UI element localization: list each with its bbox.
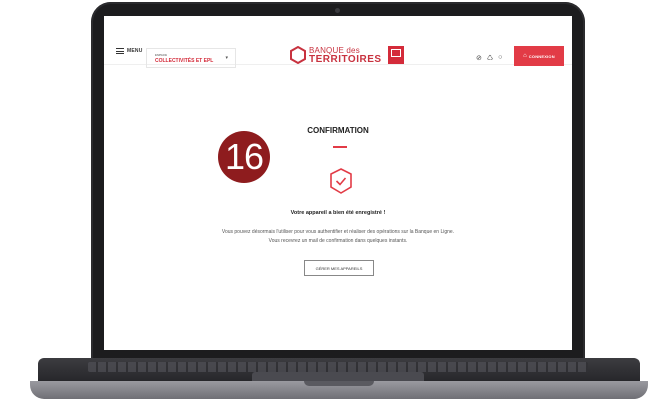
accessibility-icon[interactable]: ⊘	[476, 54, 482, 62]
confirmation-detail-1: Vous pouvez désormais l'utiliser pour vo…	[221, 229, 455, 235]
recycle-icon[interactable]: ♺	[487, 54, 493, 62]
laptop-keyboard-deck	[38, 358, 640, 382]
header-icons: ⊘ ♺ ○	[476, 54, 502, 62]
manage-devices-button[interactable]: GÉRER MES APPAREILS	[304, 260, 374, 276]
chevron-down-icon: ▾	[225, 55, 228, 61]
espace-value: COLLECTIVITÉS ET EPL	[155, 58, 214, 64]
menu-button[interactable]: MENU	[116, 48, 143, 54]
logo-line2: TERRITOIRES	[309, 54, 382, 65]
laptop-notch	[304, 381, 374, 386]
espace-label: ESPACE	[155, 53, 168, 57]
confirmation-message: Votre appareil a bien été enregistré !	[290, 210, 386, 216]
connexion-button[interactable]: ⌂ CONNEXION	[514, 46, 564, 66]
hamburger-icon	[116, 48, 124, 54]
webcam-icon	[335, 8, 340, 13]
lock-icon: ⌂	[523, 53, 527, 59]
page-title: CONFIRMATION	[307, 126, 369, 135]
logo-wordmark: BANQUE des TERRITOIRES	[309, 46, 382, 65]
step-number-badge: 16	[218, 131, 270, 183]
hexagon-logo-icon	[290, 46, 306, 64]
laptop-screen: MENU ESPACE COLLECTIVITÉS ET EPL ▾ BANQU…	[104, 16, 572, 350]
site-header: MENU ESPACE COLLECTIVITÉS ET EPL ▾ BANQU…	[104, 16, 572, 68]
title-underline	[333, 146, 347, 148]
keyboard	[88, 362, 588, 372]
banque-des-territoires-logo[interactable]: BANQUE des TERRITOIRES	[290, 46, 404, 65]
connexion-label: CONNEXION	[528, 53, 555, 59]
menu-label: MENU	[127, 48, 143, 54]
search-icon[interactable]: ○	[498, 54, 502, 62]
shield-check-icon	[330, 168, 352, 194]
laptop-base	[30, 381, 648, 399]
espace-select[interactable]: ESPACE COLLECTIVITÉS ET EPL ▾	[146, 48, 236, 68]
caisse-des-depots-badge	[387, 46, 404, 64]
confirmation-detail-2: Vous recevrez un mail de confirmation da…	[268, 238, 408, 244]
